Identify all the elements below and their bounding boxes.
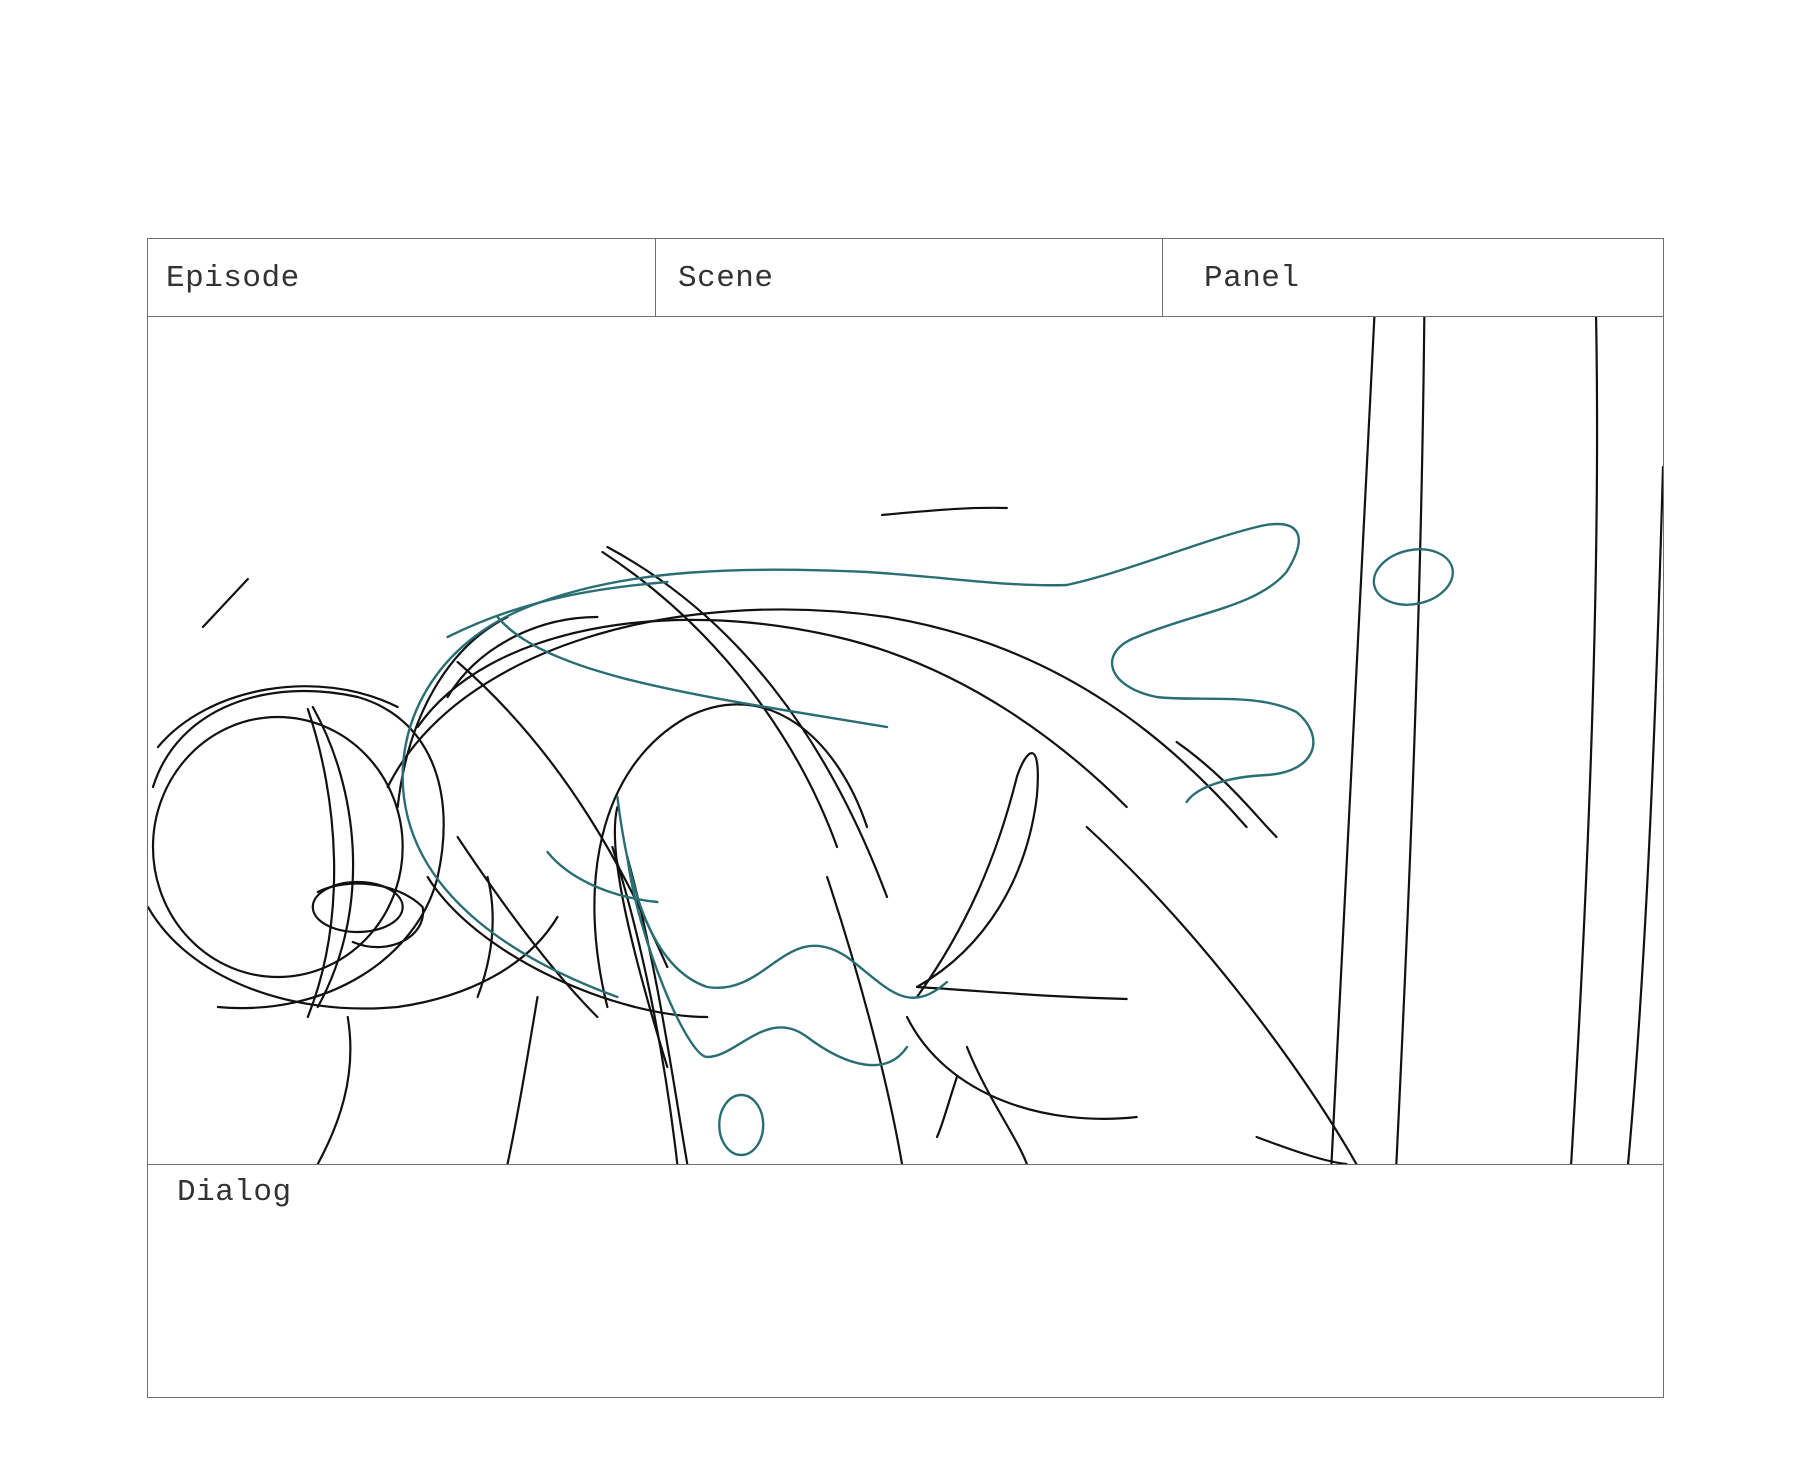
- panel-label: Panel: [1204, 261, 1300, 296]
- sketch-stroke: [151, 715, 404, 979]
- sketch-stroke: [718, 1093, 765, 1157]
- sketch-stroke: [1175, 740, 1278, 839]
- sketch-black-lines: [148, 317, 1663, 1164]
- sketch-stroke: [306, 707, 336, 1019]
- storyboard-panel: Episode Scene Panel Dialog: [147, 238, 1664, 1398]
- sketch-stroke: [613, 805, 669, 1069]
- sketch-stroke: [148, 905, 559, 1010]
- sketch-stroke: [406, 815, 619, 999]
- sketch-stroke: [1395, 317, 1426, 1164]
- sketch-stroke: [396, 615, 509, 809]
- sketch-stroke: [456, 835, 599, 1019]
- sketch-stroke: [1372, 548, 1455, 606]
- panel-cell: Panel: [1163, 239, 1663, 316]
- sketch-stroke: [606, 545, 889, 899]
- sketch-stroke: [593, 703, 869, 1009]
- sketch-stroke: [905, 1015, 1138, 1120]
- sketch-stroke: [386, 608, 1248, 829]
- sketch-stroke: [201, 577, 249, 629]
- sketch-stroke: [316, 1015, 352, 1164]
- sketch-stroke: [826, 875, 904, 1164]
- sketch-stroke: [496, 615, 889, 729]
- sketch-stroke: [416, 618, 1128, 809]
- rough-sketch-drawing: [148, 317, 1663, 1164]
- sketch-stroke: [446, 615, 599, 699]
- sketch-stroke: [546, 850, 659, 904]
- sketch-teal-lines: [401, 522, 1455, 1157]
- scene-label: Scene: [678, 261, 774, 296]
- sketch-stroke: [426, 875, 709, 1019]
- episode-cell: Episode: [148, 239, 656, 316]
- sketch-stroke: [1626, 465, 1663, 1164]
- sketch-area: [148, 317, 1663, 1164]
- sketch-stroke: [401, 522, 1315, 819]
- storyboard-header: Episode Scene Panel: [148, 239, 1663, 317]
- scene-cell: Scene: [656, 239, 1163, 316]
- sketch-stroke: [915, 985, 1128, 1001]
- sketch-stroke: [1570, 317, 1599, 1164]
- sketch-stroke: [456, 660, 669, 969]
- sketch-stroke: [446, 580, 669, 639]
- sketch-stroke: [1330, 317, 1376, 1164]
- sketch-stroke: [915, 752, 1039, 999]
- sketch-stroke: [1085, 825, 1358, 1164]
- sketch-stroke: [506, 995, 539, 1164]
- dialog-box: Dialog: [148, 1164, 1663, 1397]
- episode-label: Episode: [166, 261, 300, 296]
- sketch-stroke: [935, 1075, 959, 1139]
- dialog-label: Dialog: [177, 1175, 292, 1210]
- sketch-stroke: [880, 506, 1008, 517]
